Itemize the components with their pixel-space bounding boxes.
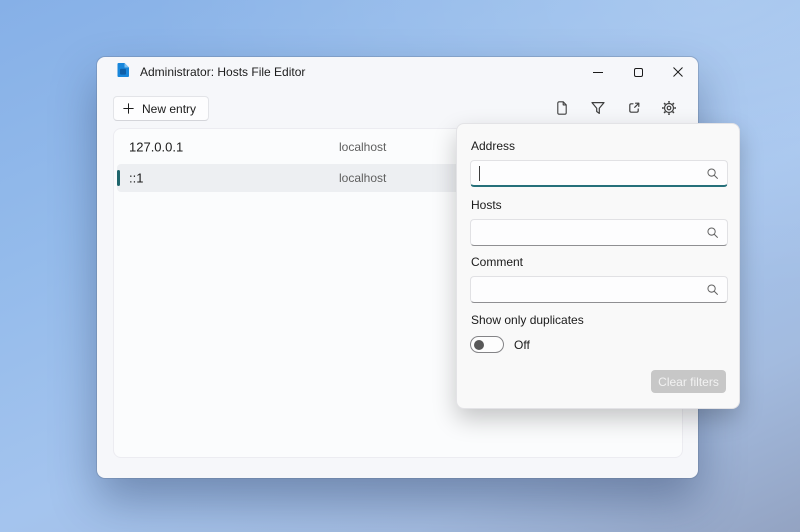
comment-field [470, 276, 728, 303]
close-icon [673, 67, 683, 77]
desktop: Administrator: Hosts File Editor [0, 0, 800, 532]
duplicates-label: Show only duplicates [471, 313, 584, 327]
filter-flyout: Address Hosts Comment [456, 123, 740, 409]
settings-button[interactable] [661, 100, 677, 116]
minimize-button[interactable] [578, 57, 618, 87]
open-external-button[interactable] [626, 100, 642, 116]
window-title: Administrator: Hosts File Editor [140, 65, 305, 79]
toggle-knob [474, 340, 484, 350]
filter-button[interactable] [590, 100, 606, 116]
duplicates-toggle[interactable] [470, 336, 504, 353]
app-icon [115, 62, 131, 78]
minimize-icon [593, 72, 603, 73]
titlebar[interactable]: Administrator: Hosts File Editor [97, 57, 698, 90]
open-external-icon [626, 100, 642, 116]
window-controls [578, 57, 698, 87]
selection-indicator [117, 170, 120, 186]
plus-icon [122, 102, 135, 115]
close-button[interactable] [658, 57, 698, 87]
new-entry-label: New entry [142, 102, 196, 116]
entry-address: 127.0.0.1 [129, 139, 183, 154]
toggle-state-label: Off [514, 338, 530, 352]
address-field [470, 160, 728, 187]
address-label: Address [471, 139, 515, 153]
maximize-button[interactable] [618, 57, 658, 87]
hosts-label: Hosts [471, 198, 502, 212]
file-icon [554, 100, 570, 116]
file-button[interactable] [554, 100, 570, 116]
entry-hosts: localhost [339, 140, 386, 154]
entry-hosts: localhost [339, 171, 386, 185]
text-caret [479, 166, 480, 181]
hosts-input[interactable] [470, 219, 728, 246]
settings-gear-icon [661, 100, 677, 116]
new-entry-button[interactable]: New entry [113, 96, 209, 121]
hosts-field [470, 219, 728, 246]
comment-input[interactable] [470, 276, 728, 303]
entry-address: ::1 [129, 171, 143, 186]
address-input[interactable] [470, 160, 728, 187]
clear-filters-button[interactable]: Clear filters [651, 370, 726, 393]
filter-icon [590, 100, 606, 116]
maximize-icon [634, 68, 643, 77]
comment-label: Comment [471, 255, 523, 269]
